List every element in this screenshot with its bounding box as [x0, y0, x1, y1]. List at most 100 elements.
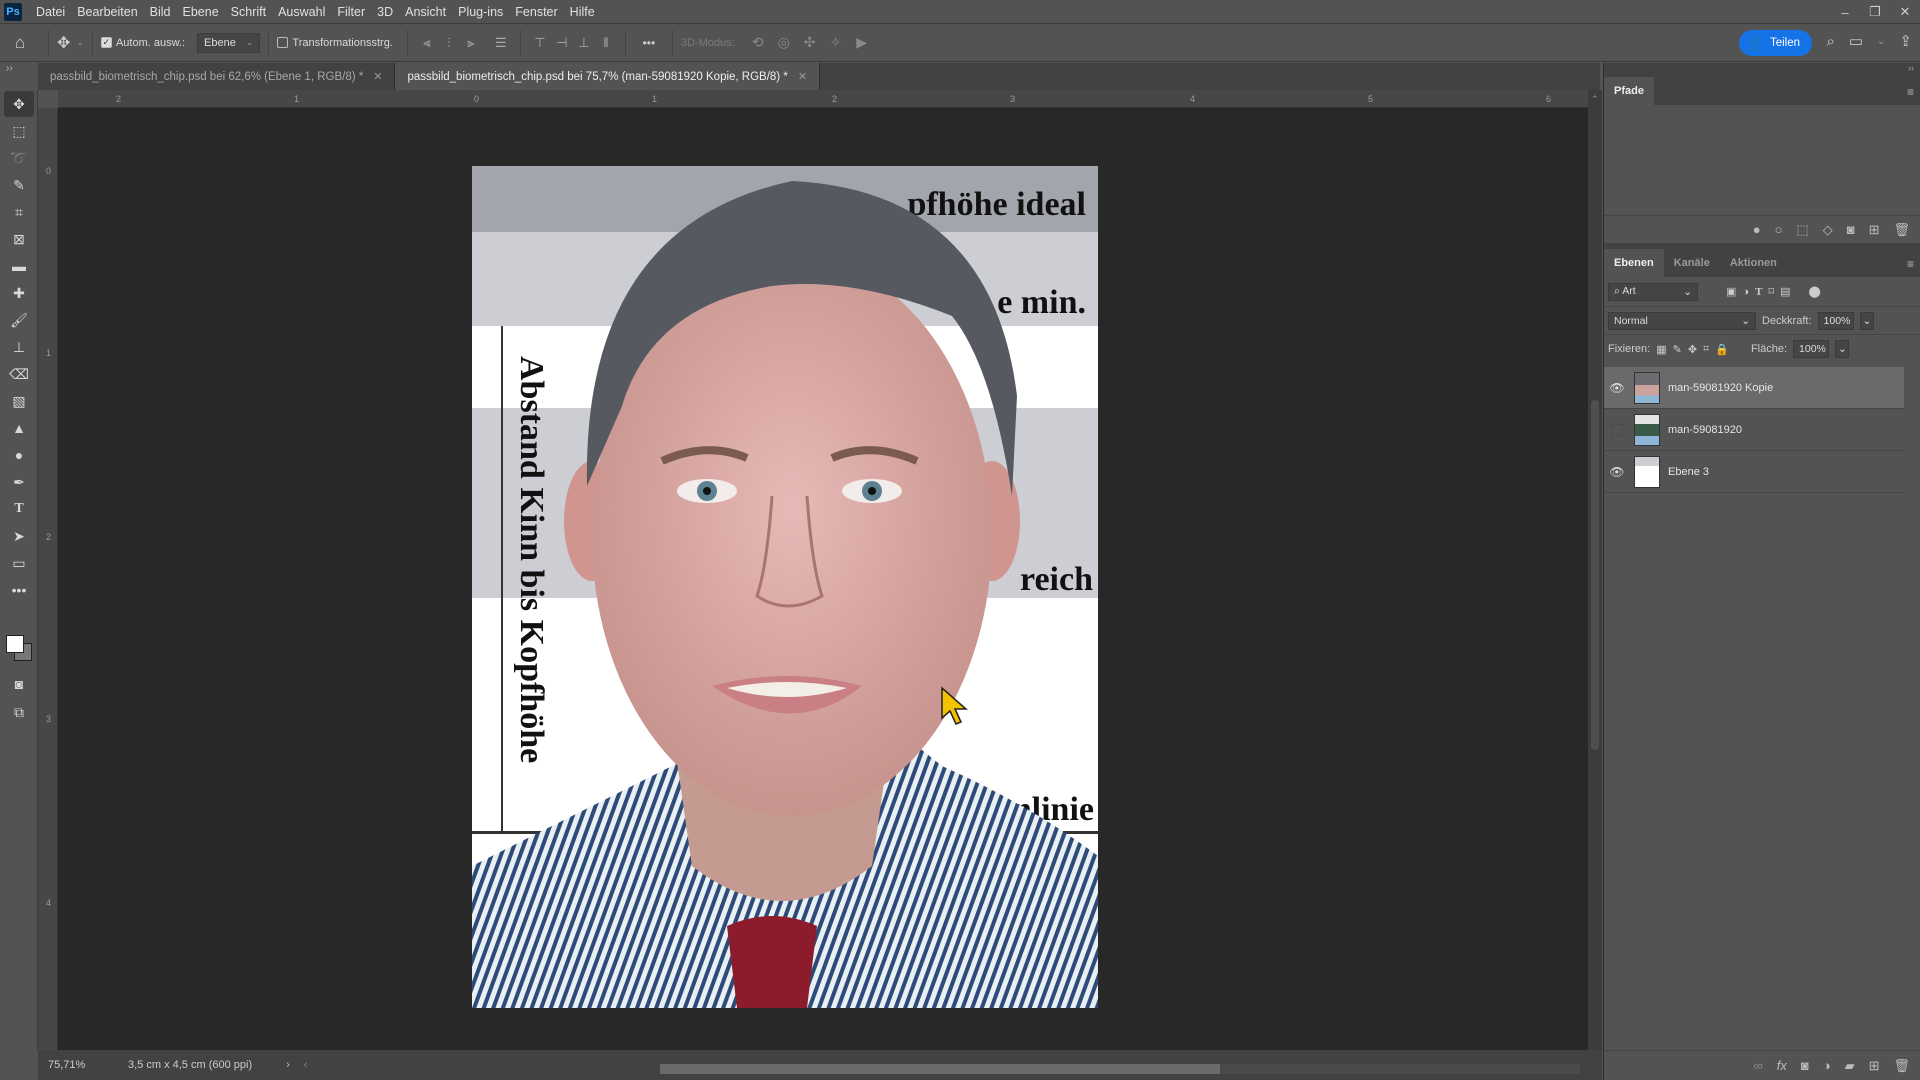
new-path-icon[interactable]: ⊞	[1869, 222, 1880, 238]
move-tool[interactable]: ✥	[4, 91, 34, 117]
load-selection-icon[interactable]: ⬚	[1796, 222, 1808, 238]
visibility-eye-icon[interactable]: 👁	[1604, 381, 1630, 395]
lock-artboard-icon[interactable]: ⌗	[1703, 343, 1709, 356]
workspace-icon[interactable]: ▭	[1849, 32, 1863, 50]
filter-toggle[interactable]: ⬤	[1808, 285, 1820, 298]
filter-smart-object-icon[interactable]: ▤	[1780, 285, 1790, 298]
layer-name[interactable]: man-59081920	[1668, 424, 1742, 436]
new-layer-icon[interactable]: ⊞	[1869, 1058, 1880, 1074]
add-mask-icon[interactable]: ◙	[1801, 1058, 1809, 1073]
align-bottom-icon[interactable]: ⊥	[573, 35, 595, 51]
collapse-panels-icon[interactable]: ››	[1604, 63, 1920, 77]
marquee-tool[interactable]: ⬚	[4, 118, 34, 144]
dodge-tool[interactable]: ●	[4, 442, 34, 468]
align-center-h-icon[interactable]: ⫶	[438, 35, 460, 51]
close-tab-icon[interactable]: ✕	[373, 70, 382, 83]
layer-filter-dropdown[interactable]: ⌕ Art ⌄	[1608, 282, 1698, 301]
menu-plugins[interactable]: Plug-ins	[452, 5, 509, 19]
scrollbar-thumb[interactable]	[660, 1064, 1220, 1074]
stamp-tool[interactable]: ⊥	[4, 334, 34, 360]
menu-filter[interactable]: Filter	[331, 5, 371, 19]
transform-controls-checkbox[interactable]: Transformationsstrg.	[277, 37, 393, 49]
menu-bild[interactable]: Bild	[144, 5, 177, 19]
filter-type-icon[interactable]: T	[1755, 286, 1762, 298]
opacity-chevron-icon[interactable]: ⌄	[1859, 311, 1874, 330]
fill-input[interactable]: 100%	[1793, 340, 1830, 358]
lasso-tool[interactable]: ➰	[4, 145, 34, 171]
tab-aktionen[interactable]: Aktionen	[1720, 249, 1787, 277]
tab-pfade[interactable]: Pfade	[1604, 77, 1654, 105]
healing-brush-tool[interactable]: ✚	[4, 280, 34, 306]
scroll-up-icon[interactable]: ⌃	[1591, 94, 1599, 105]
layer-style-fx-icon[interactable]: fx	[1777, 1058, 1787, 1073]
chevron-down-icon[interactable]: ⌄	[1877, 36, 1885, 47]
ruler-tool[interactable]: ▬	[4, 253, 34, 279]
search-icon[interactable]: ⌕	[1826, 33, 1834, 50]
delete-icon[interactable]: 🗑	[1893, 222, 1910, 238]
horizontal-scrollbar[interactable]	[660, 1064, 1580, 1074]
more-tools[interactable]: •••	[4, 577, 34, 603]
pen-tool[interactable]: ✒	[4, 469, 34, 495]
fill-chevron-icon[interactable]: ⌄	[1835, 340, 1850, 358]
crop-tool[interactable]: ⌗	[4, 199, 34, 225]
collapse-toolbar-icon[interactable]: ››	[6, 63, 13, 74]
tab-document-2[interactable]: passbild_biometrisch_chip.psd bei 75,7% …	[395, 63, 821, 90]
distribute-icon[interactable]: ☰	[490, 35, 512, 51]
align-right-icon[interactable]: ⫸	[460, 35, 482, 51]
layer-name[interactable]: Ebene 3	[1668, 466, 1709, 478]
scroll-left-icon[interactable]: ‹	[304, 1059, 308, 1071]
chevron-down-icon[interactable]: ⌄	[76, 37, 84, 48]
minimize-button[interactable]: –	[1830, 0, 1860, 24]
filter-adjustment-icon[interactable]: ◑	[1742, 286, 1749, 298]
add-mask-icon[interactable]: ◙	[1847, 222, 1855, 237]
document-canvas[interactable]: pfhöhe ideal e min. reich Kinnlinie Abst…	[472, 166, 1098, 1008]
layer-row[interactable]: 👁 man-59081920 Kopie	[1604, 367, 1904, 409]
foreground-color-swatch[interactable]	[6, 635, 24, 653]
fill-path-icon[interactable]: ●	[1753, 222, 1761, 237]
menu-hilfe[interactable]: Hilfe	[564, 5, 601, 19]
panel-menu-icon[interactable]: ≡	[1907, 257, 1914, 271]
tab-ebenen[interactable]: Ebenen	[1604, 249, 1664, 277]
align-middle-v-icon[interactable]: ⊣	[551, 35, 573, 51]
stroke-path-icon[interactable]: ○	[1775, 222, 1783, 237]
menu-schrift[interactable]: Schrift	[225, 5, 272, 19]
align-top-icon[interactable]: ⊤	[529, 35, 551, 51]
lock-pixels-icon[interactable]: ✎	[1673, 343, 1682, 356]
quick-mask-tool[interactable]: ◙	[4, 671, 34, 697]
brush-tool[interactable]: 🖌	[4, 307, 34, 333]
new-group-folder-icon[interactable]: ▰	[1845, 1058, 1855, 1074]
3d-orbit-icon[interactable]: ⟲	[745, 34, 771, 51]
visibility-eye-icon[interactable]: 👁	[1604, 465, 1630, 479]
3d-slide-icon[interactable]: ✧	[823, 34, 849, 51]
gradient-tool[interactable]: ▧	[4, 388, 34, 414]
blend-mode-dropdown[interactable]: Normal ⌄	[1608, 311, 1756, 330]
auto-select-target-dropdown[interactable]: Ebene ⌄	[197, 32, 261, 53]
tab-document-1[interactable]: passbild_biometrisch_chip.psd bei 62,6% …	[38, 63, 396, 90]
auto-select-checkbox[interactable]: ✓ Autom. ausw.:	[100, 37, 185, 49]
3d-pan-icon[interactable]: ✣	[797, 34, 823, 51]
chevron-right-icon[interactable]: ›	[286, 1059, 290, 1071]
eraser-tool[interactable]: ⌫	[4, 361, 34, 387]
adjustment-layer-icon[interactable]: ◑	[1823, 1058, 1831, 1073]
move-tool-icon[interactable]: ✥	[57, 33, 70, 53]
menu-ansicht[interactable]: Ansicht	[399, 5, 452, 19]
layer-row[interactable]: 👁 Ebene 3	[1604, 451, 1904, 493]
tab-kanaele[interactable]: Kanäle	[1664, 249, 1720, 277]
align-left-icon[interactable]: ⫷	[416, 35, 438, 51]
3d-roll-icon[interactable]: ◎	[771, 34, 797, 51]
opacity-input[interactable]: 100%	[1817, 311, 1854, 330]
lock-all-icon[interactable]: 🔒	[1715, 343, 1729, 356]
type-tool[interactable]: T	[4, 496, 34, 522]
export-share-icon[interactable]: ⇪	[1899, 32, 1912, 50]
menu-ebene[interactable]: Ebene	[177, 5, 225, 19]
path-selection-tool[interactable]: ➤	[4, 523, 34, 549]
menu-fenster[interactable]: Fenster	[509, 5, 563, 19]
vertical-scrollbar[interactable]: ⌃	[1588, 90, 1602, 1050]
blur-tool[interactable]: ▲	[4, 415, 34, 441]
lock-transparency-icon[interactable]: ▦	[1656, 343, 1666, 356]
rectangle-tool[interactable]: ▭	[4, 550, 34, 576]
menu-bearbeiten[interactable]: Bearbeiten	[71, 5, 143, 19]
filter-pixel-icon[interactable]: ▣	[1726, 285, 1736, 298]
delete-icon[interactable]: 🗑	[1893, 1058, 1910, 1074]
filter-shape-icon[interactable]: ⌑	[1768, 285, 1774, 298]
